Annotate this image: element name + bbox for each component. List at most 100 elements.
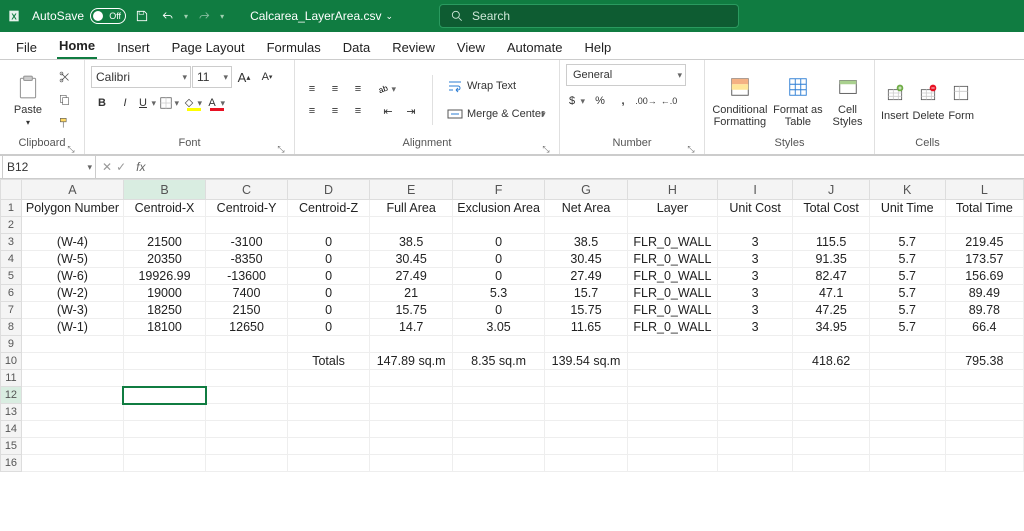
cell[interactable] <box>717 455 793 472</box>
italic-button[interactable]: I <box>114 92 136 114</box>
tab-data[interactable]: Data <box>341 36 372 59</box>
decrease-indent-icon[interactable]: ⇤ <box>377 100 399 122</box>
cell[interactable] <box>21 404 123 421</box>
cell[interactable] <box>21 336 123 353</box>
cell[interactable] <box>945 387 1023 404</box>
cell[interactable] <box>869 455 945 472</box>
cell[interactable] <box>206 404 288 421</box>
align-bottom-icon[interactable]: ≡ <box>347 78 369 100</box>
tab-review[interactable]: Review <box>390 36 437 59</box>
cell[interactable] <box>288 455 370 472</box>
cell[interactable]: 11.65 <box>544 319 627 336</box>
column-header[interactable]: F <box>453 180 545 200</box>
paste-button[interactable]: Paste▾ <box>6 67 50 133</box>
cell[interactable]: 12650 <box>206 319 288 336</box>
cell[interactable] <box>288 370 370 387</box>
cell[interactable]: 5.7 <box>869 234 945 251</box>
cell[interactable]: 2150 <box>206 302 288 319</box>
cell[interactable] <box>544 404 627 421</box>
row-header[interactable]: 4 <box>1 251 22 268</box>
cell[interactable] <box>370 336 453 353</box>
cell[interactable] <box>206 421 288 438</box>
cell[interactable]: 147.89 sq.m <box>370 353 453 370</box>
cell[interactable]: 156.69 <box>945 268 1023 285</box>
cell[interactable] <box>717 370 793 387</box>
cell[interactable]: 47.1 <box>793 285 869 302</box>
cell[interactable]: 5.7 <box>869 302 945 319</box>
cell[interactable] <box>206 336 288 353</box>
cell[interactable] <box>628 353 718 370</box>
cell[interactable]: 91.35 <box>793 251 869 268</box>
cell[interactable] <box>869 353 945 370</box>
select-all-corner[interactable] <box>1 180 22 200</box>
row-header[interactable]: 8 <box>1 319 22 336</box>
cell[interactable] <box>945 217 1023 234</box>
cell[interactable] <box>544 421 627 438</box>
cell[interactable]: 20350 <box>123 251 205 268</box>
cell[interactable]: -3100 <box>206 234 288 251</box>
cell[interactable] <box>945 336 1023 353</box>
cell[interactable] <box>370 217 453 234</box>
cell[interactable] <box>21 370 123 387</box>
cell[interactable] <box>945 421 1023 438</box>
cell[interactable] <box>370 421 453 438</box>
cell[interactable] <box>21 455 123 472</box>
cell[interactable] <box>123 370 205 387</box>
cell[interactable] <box>206 455 288 472</box>
cell[interactable]: 30.45 <box>544 251 627 268</box>
cell[interactable] <box>206 438 288 455</box>
underline-button[interactable]: U <box>137 92 159 114</box>
align-right-icon[interactable]: ≡ <box>347 100 369 122</box>
cell[interactable]: 418.62 <box>793 353 869 370</box>
cell[interactable] <box>123 387 205 404</box>
cell[interactable]: (W-5) <box>21 251 123 268</box>
cell[interactable] <box>793 455 869 472</box>
column-header[interactable]: J <box>793 180 869 200</box>
cell[interactable] <box>945 370 1023 387</box>
row-header[interactable]: 11 <box>1 370 22 387</box>
accept-formula-icon[interactable]: ✓ <box>116 160 126 174</box>
tab-file[interactable]: File <box>14 36 39 59</box>
tab-help[interactable]: Help <box>583 36 614 59</box>
cell[interactable] <box>206 217 288 234</box>
cell[interactable]: 115.5 <box>793 234 869 251</box>
cell[interactable] <box>628 387 718 404</box>
worksheet-area[interactable]: ABCDEFGHIJKL1Polygon NumberCentroid-XCen… <box>0 179 1024 531</box>
cell[interactable] <box>288 421 370 438</box>
column-header[interactable]: A <box>21 180 123 200</box>
cell[interactable] <box>288 217 370 234</box>
cell[interactable]: 0 <box>288 234 370 251</box>
cell[interactable] <box>453 455 545 472</box>
cell[interactable] <box>123 353 205 370</box>
tab-home[interactable]: Home <box>57 34 97 59</box>
cell[interactable] <box>869 404 945 421</box>
cell[interactable]: 27.49 <box>544 268 627 285</box>
cell[interactable]: 15.7 <box>544 285 627 302</box>
cell[interactable] <box>453 404 545 421</box>
increase-decimal-icon[interactable]: .00→ <box>635 90 657 112</box>
cell[interactable]: 0 <box>288 285 370 302</box>
row-header[interactable]: 14 <box>1 421 22 438</box>
font-size-select[interactable]: 11 <box>192 66 232 88</box>
accounting-format-icon[interactable]: $ <box>566 90 588 112</box>
cell[interactable]: 18250 <box>123 302 205 319</box>
decrease-decimal-icon[interactable]: ←.0 <box>658 90 680 112</box>
cell[interactable] <box>453 438 545 455</box>
font-name-select[interactable]: Calibri <box>91 66 191 88</box>
cell[interactable]: 0 <box>453 302 545 319</box>
cell[interactable] <box>453 336 545 353</box>
decrease-font-icon[interactable]: A▾ <box>256 66 278 88</box>
cell[interactable] <box>945 455 1023 472</box>
dialog-launcher-icon[interactable]: ⤡ <box>276 142 286 152</box>
cell[interactable]: 30.45 <box>370 251 453 268</box>
number-format-select[interactable]: General <box>566 64 686 86</box>
cell[interactable]: 3 <box>717 234 793 251</box>
row-header[interactable]: 3 <box>1 234 22 251</box>
cell[interactable] <box>717 217 793 234</box>
cell[interactable] <box>628 336 718 353</box>
cell[interactable]: 8.35 sq.m <box>453 353 545 370</box>
cell[interactable] <box>544 438 627 455</box>
search-input[interactable]: Search <box>439 4 739 28</box>
cell[interactable]: 15.75 <box>544 302 627 319</box>
cell[interactable]: (W-1) <box>21 319 123 336</box>
